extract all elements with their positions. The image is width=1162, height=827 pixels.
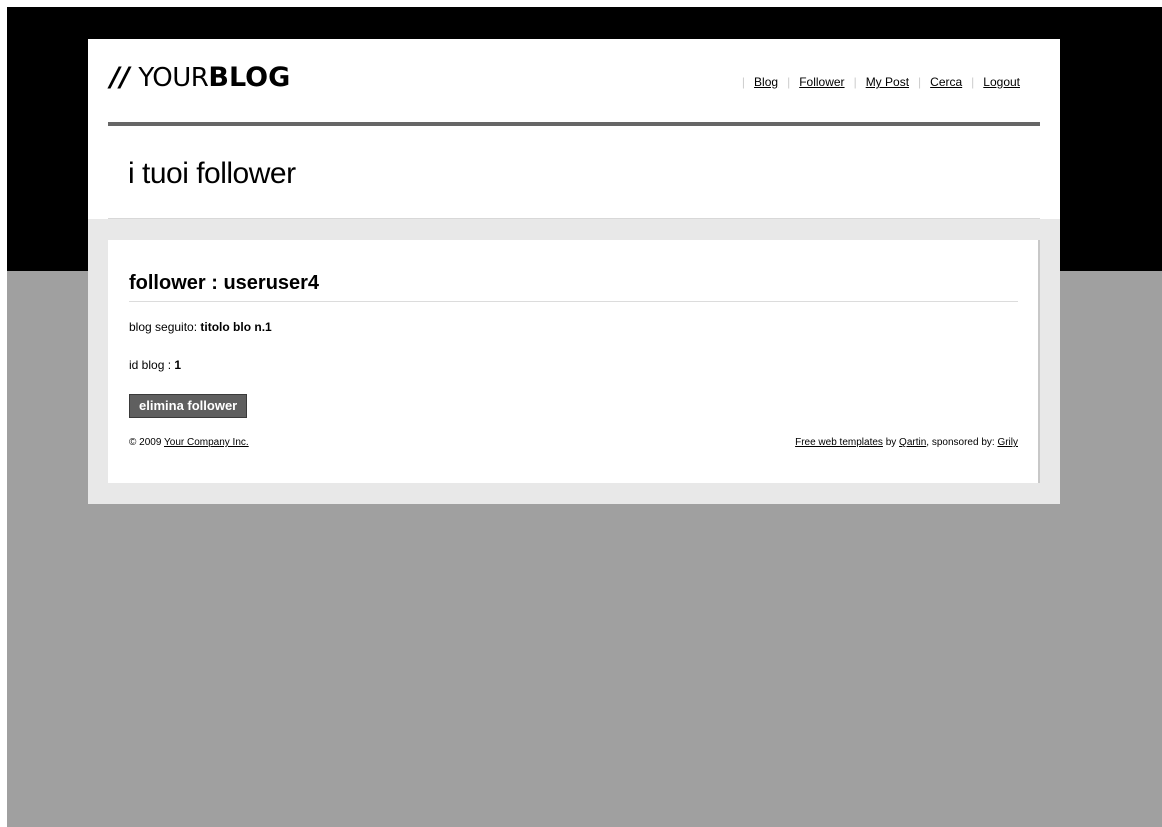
nav-item-logout[interactable]: Logout <box>983 74 1020 90</box>
follower-title-divider <box>129 301 1018 302</box>
followed-blog-value: titolo blo n.1 <box>200 320 272 334</box>
followed-blog-line: blog seguito: titolo blo n.1 <box>129 319 272 335</box>
browser-viewport: // YOURBLOG | Blog | Follower | My Post … <box>7 7 1162 827</box>
nav-separator: | <box>741 75 746 89</box>
content-panel: follower : useruser4 blog seguito: titol… <box>108 240 1040 483</box>
follower-title: follower : useruser4 <box>129 272 320 294</box>
followed-blog-label: blog seguito: <box>129 320 201 334</box>
copyright-text: © 2009 <box>129 437 164 448</box>
nav-separator: | <box>853 75 857 89</box>
nav-item-follower[interactable]: Follower <box>799 74 844 90</box>
sponsor-link[interactable]: Grily <box>997 437 1018 448</box>
templates-link[interactable]: Free web templates <box>795 437 883 448</box>
delete-follower-button[interactable]: elimina follower <box>129 394 248 418</box>
nav-item-blog[interactable]: Blog <box>754 74 778 90</box>
site-logo[interactable]: // YOURBLOG <box>110 61 290 95</box>
logo-slashes: // <box>110 62 130 93</box>
blog-id-label: id blog : <box>129 358 175 372</box>
nav-separator: | <box>918 75 922 89</box>
logo-blog-text: BLOG <box>208 62 291 93</box>
nav-item-my-post[interactable]: My Post <box>866 74 909 90</box>
nav-item-cerca[interactable]: Cerca <box>930 74 962 90</box>
page-container: // YOURBLOG | Blog | Follower | My Post … <box>88 39 1060 504</box>
company-link[interactable]: Your Company Inc. <box>164 437 249 448</box>
header-divider <box>108 122 1040 126</box>
main-nav: | Blog | Follower | My Post | Cerca | Lo… <box>733 74 1020 90</box>
page-title: i tuoi follower <box>128 157 296 190</box>
author-link[interactable]: Qartin <box>899 437 926 448</box>
nav-separator: | <box>787 75 791 89</box>
logo-your-text: YOUR <box>138 63 209 93</box>
footer-credits: Free web templates by Qartin, sponsored … <box>795 437 1018 449</box>
nav-separator: | <box>971 75 975 89</box>
header-bottom-border <box>108 218 1040 219</box>
by-text: by <box>882 437 900 448</box>
header: // YOURBLOG | Blog | Follower | My Post … <box>88 39 1060 219</box>
sponsored-text: , sponsored by: <box>926 437 998 448</box>
blog-id-value: 1 <box>174 358 182 372</box>
footer-copyright: © 2009 Your Company Inc. <box>129 437 249 449</box>
blog-id-line: id blog : 1 <box>129 357 181 373</box>
